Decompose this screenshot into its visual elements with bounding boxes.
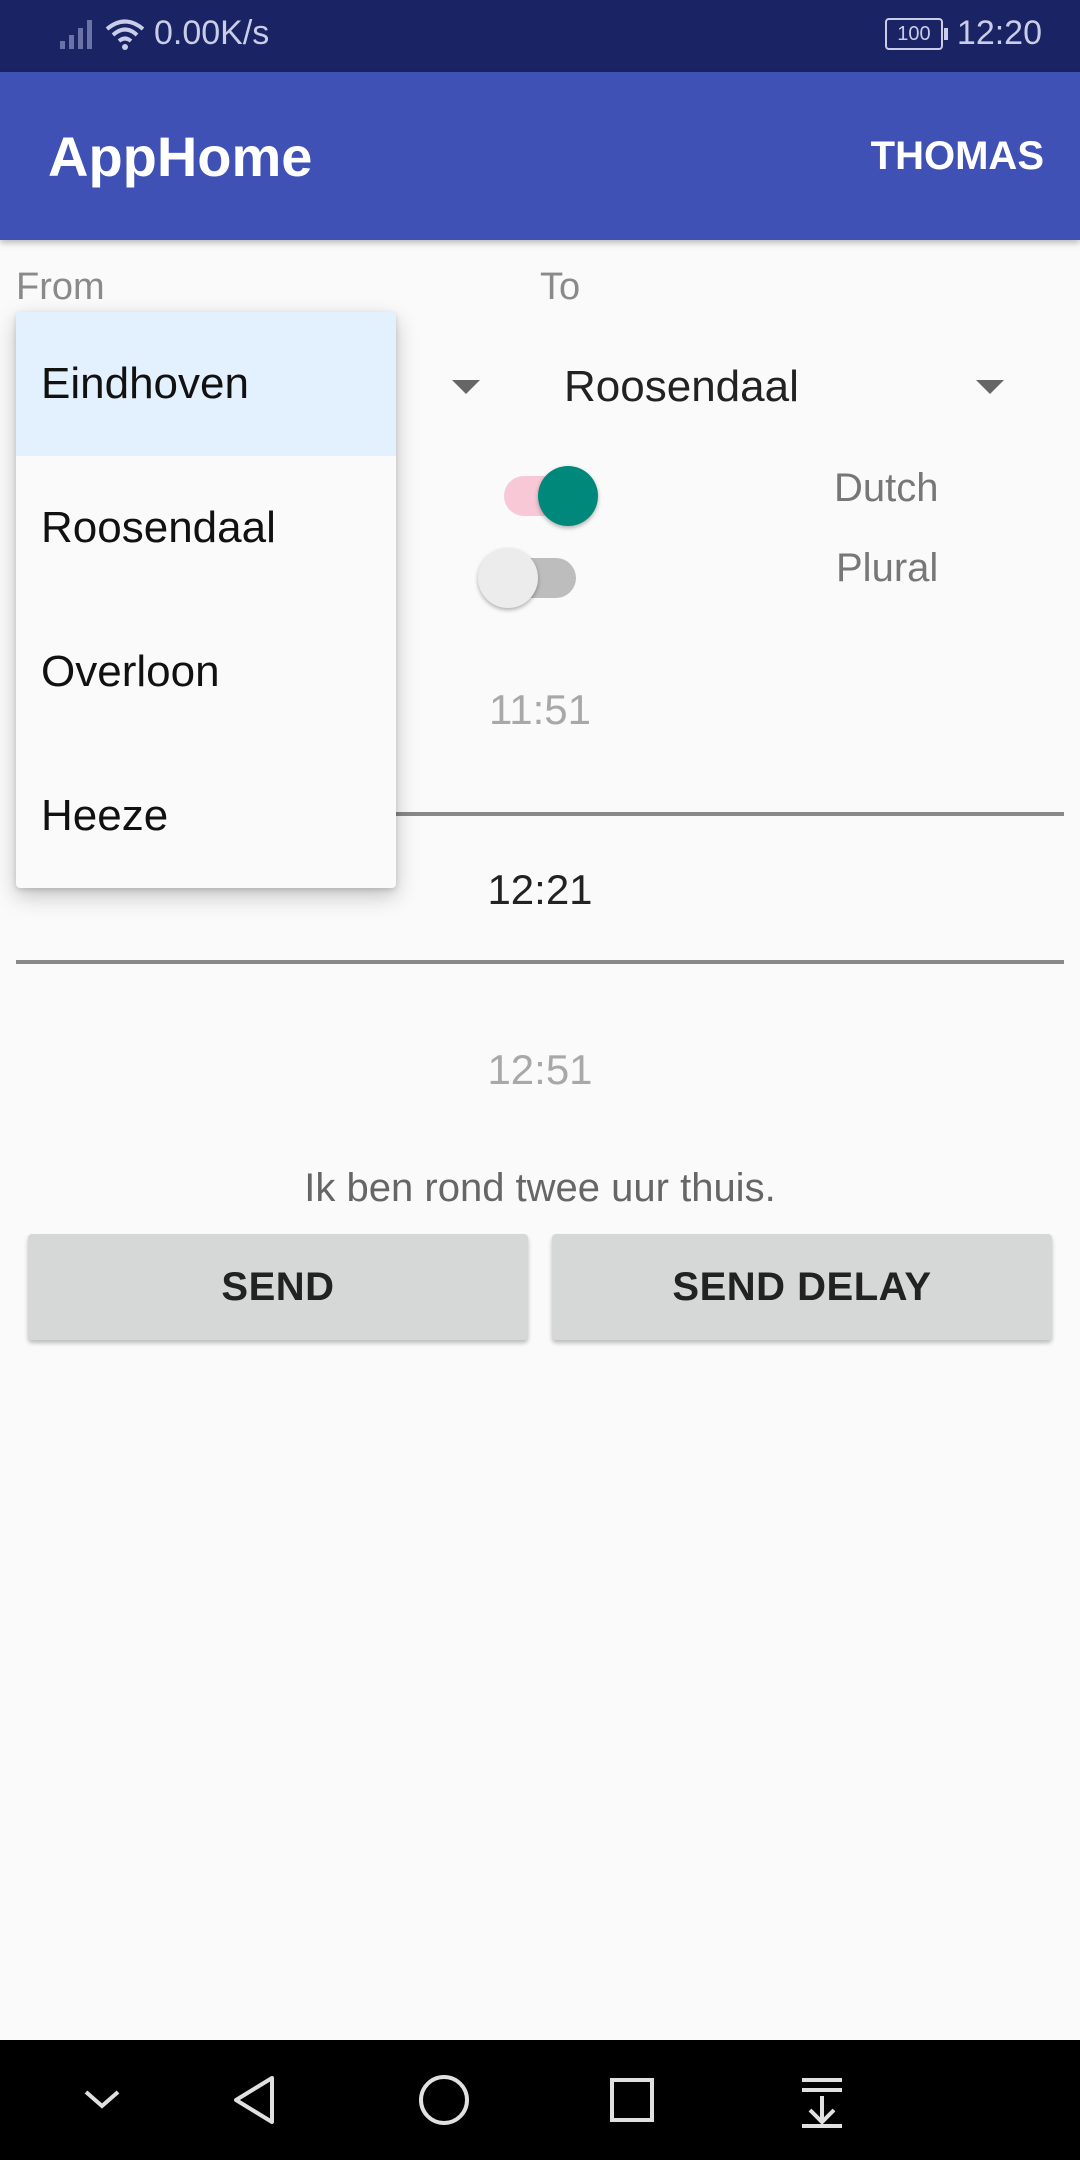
signal-icon: [60, 19, 92, 49]
thomas-action-button[interactable]: THOMAS: [871, 134, 1044, 179]
dutch-label: Dutch: [834, 466, 939, 510]
plural-label: Plural: [836, 546, 939, 590]
dutch-switch-thumb: [538, 466, 598, 526]
chevron-down-icon[interactable]: [62, 2060, 142, 2140]
from-dropdown-menu: Eindhoven Roosendaal Overloon Heeze: [16, 312, 396, 888]
status-right: 100 12:20: [884, 14, 1042, 53]
from-spinner-caret-icon[interactable]: [452, 380, 480, 394]
network-speed: 0.00K/s: [154, 14, 270, 52]
message-text: Ik ben rond twee uur thuis.: [304, 1166, 776, 1210]
to-spinner-caret-icon: [976, 380, 1004, 394]
dropdown-item-heeze[interactable]: Heeze: [16, 744, 396, 888]
plural-switch-thumb: [478, 548, 538, 608]
app-title: AppHome: [48, 125, 313, 188]
status-bar: 0.00K/s 100 12:20: [0, 0, 1080, 72]
app-bar: AppHome THOMAS: [0, 72, 1080, 240]
home-icon[interactable]: [404, 2060, 484, 2140]
recents-icon[interactable]: [592, 2060, 672, 2140]
notification-pull-icon[interactable]: [782, 2060, 862, 2140]
dropdown-item-roosendaal[interactable]: Roosendaal: [16, 456, 396, 600]
status-time: 12:20: [956, 14, 1042, 52]
battery-icon: 100: [884, 17, 948, 50]
navigation-bar: [0, 2040, 1080, 2160]
to-label: To: [540, 266, 581, 308]
time-next[interactable]: 12:51: [0, 1046, 1080, 1094]
to-spinner-value: Roosendaal: [564, 362, 799, 411]
from-label: From: [16, 266, 105, 308]
send-delay-button[interactable]: SEND DELAY: [552, 1234, 1052, 1340]
status-left: 0.00K/s: [58, 14, 269, 53]
picker-divider-bottom: [16, 960, 1064, 964]
wifi-icon: [105, 19, 145, 50]
back-icon[interactable]: [216, 2060, 296, 2140]
dropdown-item-overloon[interactable]: Overloon: [16, 600, 396, 744]
send-button[interactable]: SEND: [28, 1234, 528, 1340]
dropdown-item-eindhoven[interactable]: Eindhoven: [16, 312, 396, 456]
